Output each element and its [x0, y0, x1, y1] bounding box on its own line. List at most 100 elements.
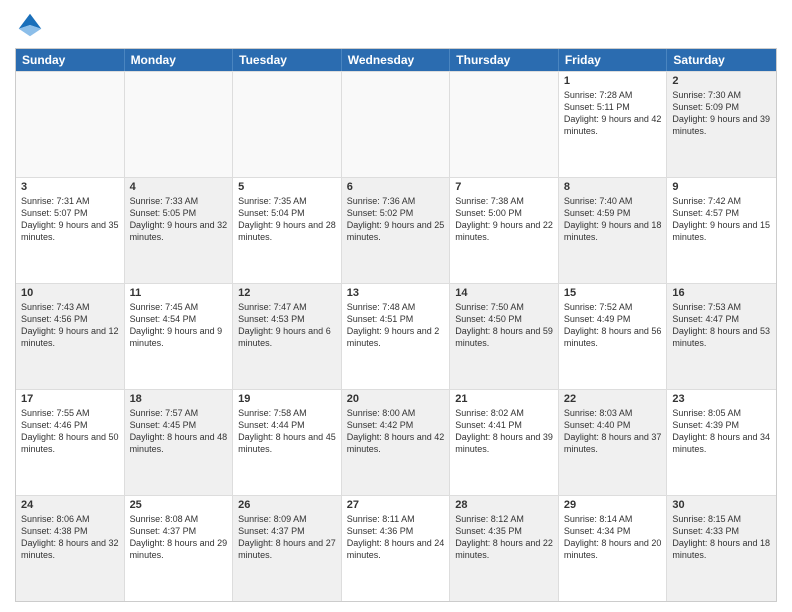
day-detail: Sunrise: 8:11 AM Sunset: 4:36 PM Dayligh… — [347, 513, 445, 562]
day-number: 12 — [238, 287, 336, 299]
day-cell-28: 28Sunrise: 8:12 AM Sunset: 4:35 PM Dayli… — [450, 496, 559, 601]
day-number: 18 — [130, 393, 228, 405]
day-number: 5 — [238, 181, 336, 193]
day-cell-17: 17Sunrise: 7:55 AM Sunset: 4:46 PM Dayli… — [16, 390, 125, 495]
day-detail: Sunrise: 7:53 AM Sunset: 4:47 PM Dayligh… — [672, 301, 771, 350]
day-number: 7 — [455, 181, 553, 193]
day-detail: Sunrise: 8:00 AM Sunset: 4:42 PM Dayligh… — [347, 407, 445, 456]
day-number: 20 — [347, 393, 445, 405]
day-number: 11 — [130, 287, 228, 299]
day-cell-5: 5Sunrise: 7:35 AM Sunset: 5:04 PM Daylig… — [233, 178, 342, 283]
day-detail: Sunrise: 7:52 AM Sunset: 4:49 PM Dayligh… — [564, 301, 662, 350]
day-detail: Sunrise: 8:09 AM Sunset: 4:37 PM Dayligh… — [238, 513, 336, 562]
day-detail: Sunrise: 7:36 AM Sunset: 5:02 PM Dayligh… — [347, 195, 445, 244]
day-number: 6 — [347, 181, 445, 193]
day-header-sunday: Sunday — [16, 49, 125, 71]
day-detail: Sunrise: 7:57 AM Sunset: 4:45 PM Dayligh… — [130, 407, 228, 456]
logo-icon — [15, 10, 45, 40]
day-header-saturday: Saturday — [667, 49, 776, 71]
day-detail: Sunrise: 7:43 AM Sunset: 4:56 PM Dayligh… — [21, 301, 119, 350]
day-cell-9: 9Sunrise: 7:42 AM Sunset: 4:57 PM Daylig… — [667, 178, 776, 283]
day-cell-13: 13 Sunrise: 7:48 AM Sunset: 4:51 PM Dayli… — [342, 284, 451, 389]
day-cell-2: 2 Sunrise: 7:30 AM Sunset: 5:09 PM Daylig… — [667, 72, 776, 177]
day-number: 23 — [672, 393, 771, 405]
day-number: 14 — [455, 287, 553, 299]
day-number: 26 — [238, 499, 336, 511]
calendar-row-4: 24 Sunrise: 8:06 AM Sunset: 4:38 PM Dayli… — [16, 495, 776, 601]
calendar-row-0: 1 Sunrise: 7:28 AM Sunset: 5:11 PM Daylig… — [16, 71, 776, 177]
day-number: 2 — [672, 75, 771, 87]
day-cell-3: 3 Sunrise: 7:31 AM Sunset: 5:07 PM Daylig… — [16, 178, 125, 283]
day-detail: Sunrise: 7:28 AM Sunset: 5:11 PM Dayligh… — [564, 89, 662, 138]
day-cell-11: 11 Sunrise: 7:45 AM Sunset: 4:54 PM Dayli… — [125, 284, 234, 389]
day-detail: Sunrise: 7:48 AM Sunset: 4:51 PM Dayligh… — [347, 301, 445, 350]
day-number: 22 — [564, 393, 662, 405]
day-header-monday: Monday — [125, 49, 234, 71]
calendar-row-1: 3 Sunrise: 7:31 AM Sunset: 5:07 PM Daylig… — [16, 177, 776, 283]
day-detail: Sunrise: 8:06 AM Sunset: 4:38 PM Dayligh… — [21, 513, 119, 562]
day-header-tuesday: Tuesday — [233, 49, 342, 71]
day-cell-18: 18 Sunrise: 7:57 AM Sunset: 4:45 PM Dayli… — [125, 390, 234, 495]
day-number: 27 — [347, 499, 445, 511]
day-number: 4 — [130, 181, 228, 193]
day-number: 15 — [564, 287, 662, 299]
day-number: 25 — [130, 499, 228, 511]
calendar-row-2: 10 Sunrise: 7:43 AM Sunset: 4:56 PM Dayli… — [16, 283, 776, 389]
day-detail: Sunrise: 7:31 AM Sunset: 5:07 PM Dayligh… — [21, 195, 119, 244]
day-cell-12: 12Sunrise: 7:47 AM Sunset: 4:53 PM Dayli… — [233, 284, 342, 389]
day-header-thursday: Thursday — [450, 49, 559, 71]
page: SundayMondayTuesdayWednesdayThursdayFrid… — [0, 0, 792, 612]
day-cell-14: 14 Sunrise: 7:50 AM Sunset: 4:50 PM Dayli… — [450, 284, 559, 389]
day-cell-8: 8 Sunrise: 7:40 AM Sunset: 4:59 PM Daylig… — [559, 178, 668, 283]
day-detail: Sunrise: 7:58 AM Sunset: 4:44 PM Dayligh… — [238, 407, 336, 456]
day-cell-25: 25 Sunrise: 8:08 AM Sunset: 4:37 PM Dayli… — [125, 496, 234, 601]
day-number: 1 — [564, 75, 662, 87]
day-detail: Sunrise: 7:30 AM Sunset: 5:09 PM Dayligh… — [672, 89, 771, 138]
day-number: 21 — [455, 393, 553, 405]
empty-cell-0-1 — [125, 72, 234, 177]
day-cell-29: 29Sunrise: 8:14 AM Sunset: 4:34 PM Dayli… — [559, 496, 668, 601]
day-cell-10: 10 Sunrise: 7:43 AM Sunset: 4:56 PM Dayli… — [16, 284, 125, 389]
day-cell-15: 15 Sunrise: 7:52 AM Sunset: 4:49 PM Dayli… — [559, 284, 668, 389]
day-detail: Sunrise: 7:40 AM Sunset: 4:59 PM Dayligh… — [564, 195, 662, 244]
day-cell-6: 6 Sunrise: 7:36 AM Sunset: 5:02 PM Daylig… — [342, 178, 451, 283]
empty-cell-0-2 — [233, 72, 342, 177]
calendar-body: 1 Sunrise: 7:28 AM Sunset: 5:11 PM Daylig… — [16, 71, 776, 601]
day-header-wednesday: Wednesday — [342, 49, 451, 71]
day-detail: Sunrise: 8:05 AM Sunset: 4:39 PM Dayligh… — [672, 407, 771, 456]
day-cell-23: 23 Sunrise: 8:05 AM Sunset: 4:39 PM Dayli… — [667, 390, 776, 495]
day-cell-20: 20 Sunrise: 8:00 AM Sunset: 4:42 PM Dayli… — [342, 390, 451, 495]
header — [15, 10, 777, 40]
day-number: 24 — [21, 499, 119, 511]
day-number: 8 — [564, 181, 662, 193]
day-number: 13 — [347, 287, 445, 299]
day-cell-26: 26 Sunrise: 8:09 AM Sunset: 4:37 PM Dayli… — [233, 496, 342, 601]
day-cell-7: 7 Sunrise: 7:38 AM Sunset: 5:00 PM Daylig… — [450, 178, 559, 283]
day-cell-16: 16 Sunrise: 7:53 AM Sunset: 4:47 PM Dayli… — [667, 284, 776, 389]
day-number: 30 — [672, 499, 771, 511]
day-number: 16 — [672, 287, 771, 299]
empty-cell-0-4 — [450, 72, 559, 177]
day-cell-4: 4 Sunrise: 7:33 AM Sunset: 5:05 PM Daylig… — [125, 178, 234, 283]
day-detail: Sunrise: 8:12 AM Sunset: 4:35 PM Dayligh… — [455, 513, 553, 562]
day-detail: Sunrise: 7:42 AM Sunset: 4:57 PM Dayligh… — [672, 195, 771, 244]
day-cell-24: 24 Sunrise: 8:06 AM Sunset: 4:38 PM Dayli… — [16, 496, 125, 601]
empty-cell-0-0 — [16, 72, 125, 177]
day-header-friday: Friday — [559, 49, 668, 71]
day-detail: Sunrise: 7:33 AM Sunset: 5:05 PM Dayligh… — [130, 195, 228, 244]
day-detail: Sunrise: 7:55 AM Sunset: 4:46 PM Dayligh… — [21, 407, 119, 456]
day-number: 10 — [21, 287, 119, 299]
day-detail: Sunrise: 8:08 AM Sunset: 4:37 PM Dayligh… — [130, 513, 228, 562]
day-detail: Sunrise: 8:03 AM Sunset: 4:40 PM Dayligh… — [564, 407, 662, 456]
day-cell-22: 22 Sunrise: 8:03 AM Sunset: 4:40 PM Dayli… — [559, 390, 668, 495]
day-detail: Sunrise: 8:14 AM Sunset: 4:34 PM Dayligh… — [564, 513, 662, 562]
day-cell-1: 1 Sunrise: 7:28 AM Sunset: 5:11 PM Daylig… — [559, 72, 668, 177]
calendar: SundayMondayTuesdayWednesdayThursdayFrid… — [15, 48, 777, 602]
day-detail: Sunrise: 7:45 AM Sunset: 4:54 PM Dayligh… — [130, 301, 228, 350]
day-number: 3 — [21, 181, 119, 193]
day-detail: Sunrise: 8:02 AM Sunset: 4:41 PM Dayligh… — [455, 407, 553, 456]
day-cell-27: 27 Sunrise: 8:11 AM Sunset: 4:36 PM Dayli… — [342, 496, 451, 601]
day-detail: Sunrise: 7:38 AM Sunset: 5:00 PM Dayligh… — [455, 195, 553, 244]
day-cell-21: 21 Sunrise: 8:02 AM Sunset: 4:41 PM Dayli… — [450, 390, 559, 495]
day-detail: Sunrise: 7:50 AM Sunset: 4:50 PM Dayligh… — [455, 301, 553, 350]
